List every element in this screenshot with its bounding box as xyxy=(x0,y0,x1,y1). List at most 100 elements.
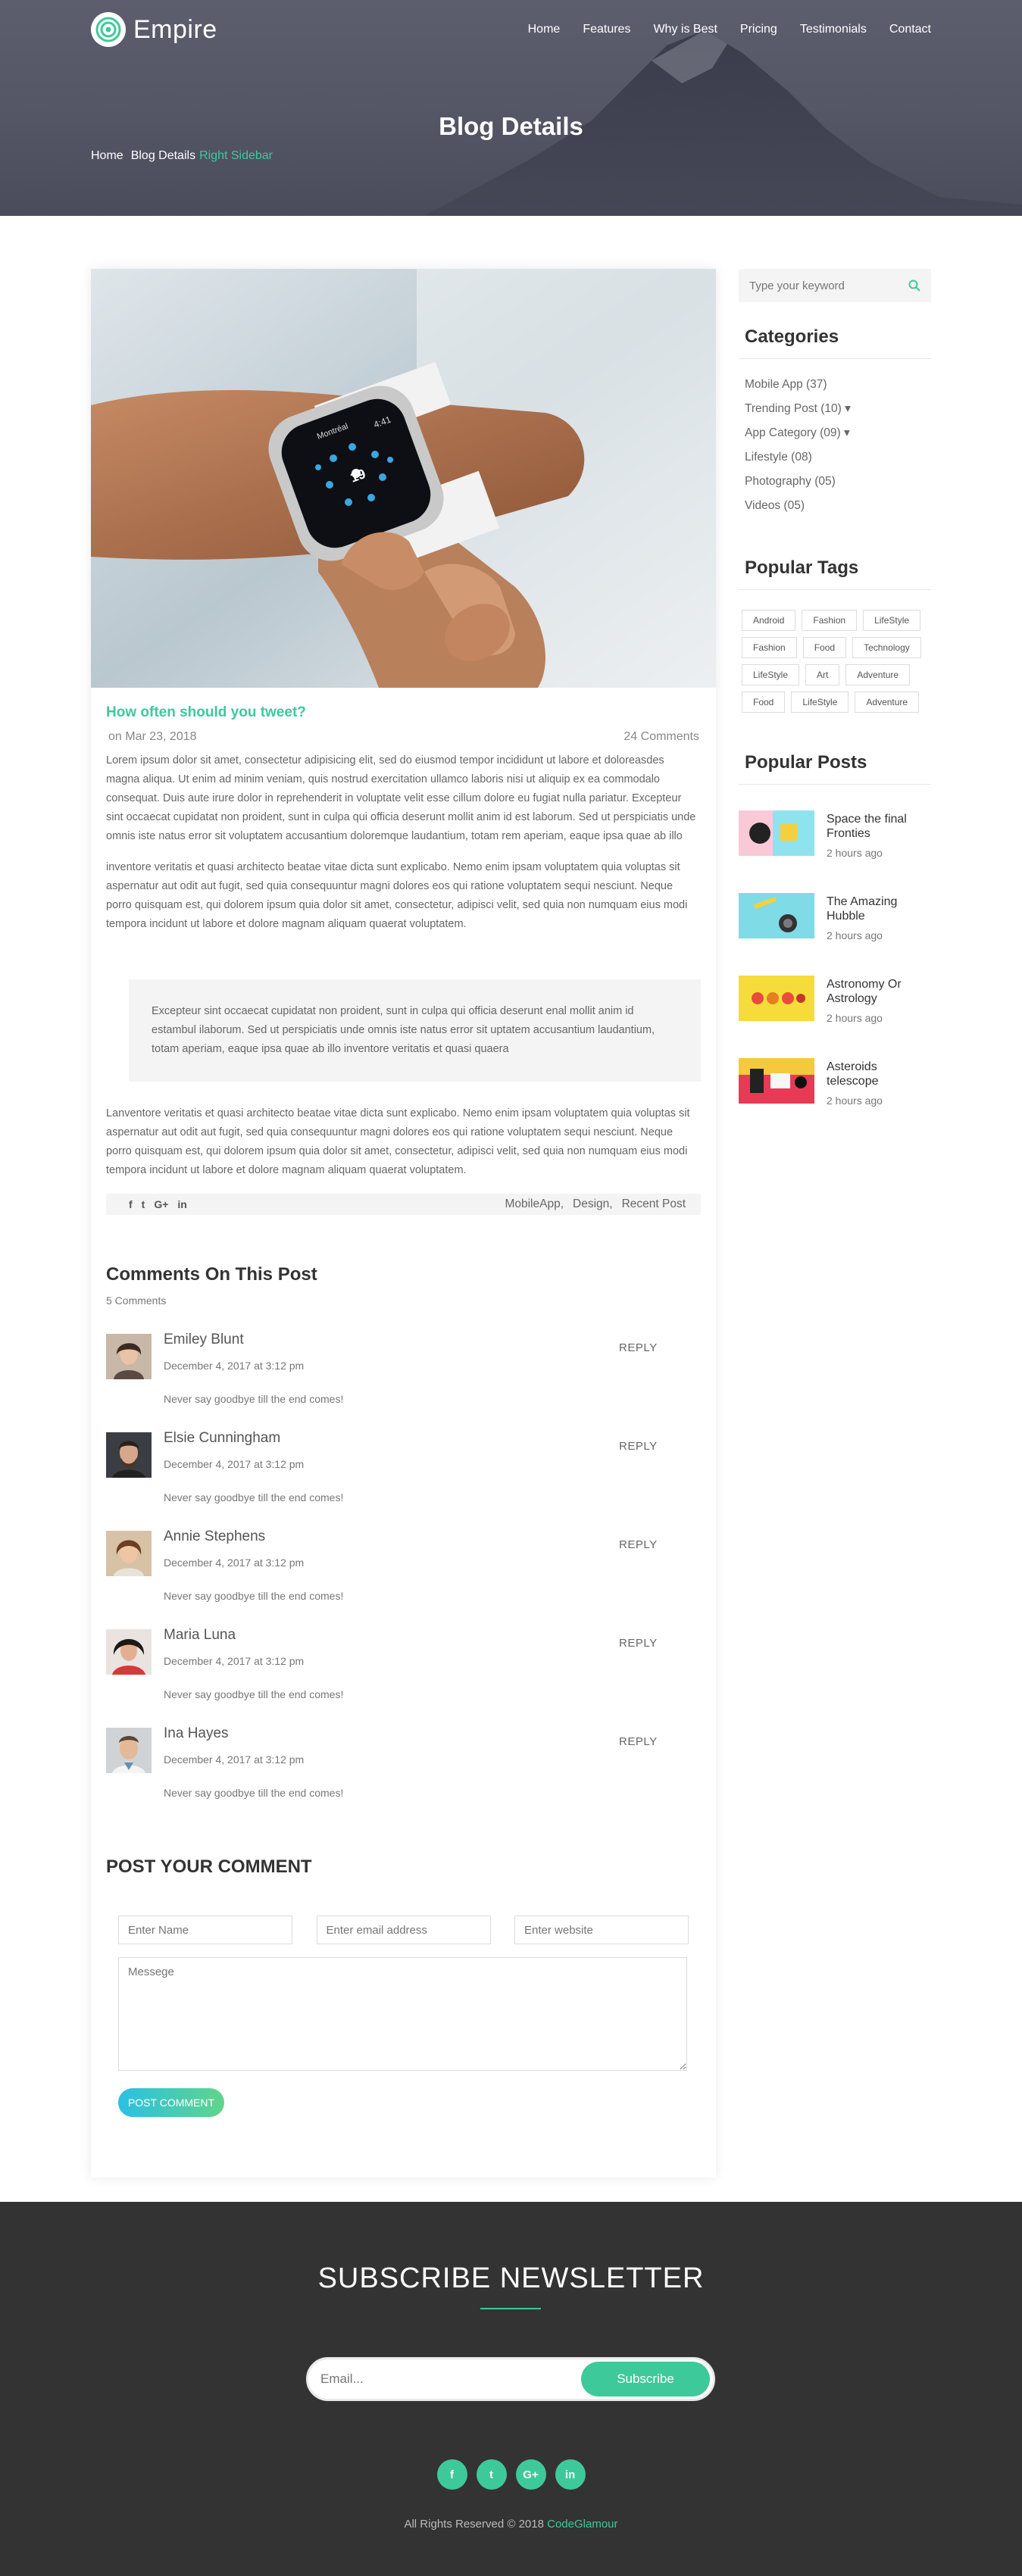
search-box xyxy=(739,269,931,302)
popular-post-item[interactable]: The Amazing Hubble 2 hours ago xyxy=(739,893,931,976)
post-body: How often should you tweet? on Mar 23, 2… xyxy=(91,704,716,2117)
search-icon[interactable] xyxy=(908,279,920,292)
email-input[interactable] xyxy=(316,1916,491,1944)
breadcrumb-home[interactable]: Home xyxy=(91,149,123,163)
footer: SUBSCRIBE NEWSLETTER Subscribe f t G+ in… xyxy=(0,2202,1022,2576)
categories-title: Categories xyxy=(739,326,931,359)
menu-features[interactable]: Features xyxy=(583,23,630,36)
comment-item: Annie Stephens December 4, 2017 at 3:12 … xyxy=(106,1528,701,1629)
brand-logo[interactable]: Empire xyxy=(91,12,217,47)
newsletter-divider xyxy=(480,2308,541,2309)
comments-list: Emiley Blunt December 4, 2017 at 3:12 pm… xyxy=(106,1332,701,1826)
post-blockquote: Excepteur sint occaecat cupidatat non pr… xyxy=(129,979,701,1082)
post-meta: on Mar 23, 2018 24 Comments xyxy=(106,730,701,744)
tag-item[interactable]: Art xyxy=(805,664,840,685)
comment-author[interactable]: Ina Hayes xyxy=(164,1725,229,1742)
popular-post-time: 2 hours ago xyxy=(827,1094,883,1107)
avatar xyxy=(106,1629,152,1675)
post-date: on Mar 23, 2018 xyxy=(108,730,197,743)
comments-title: Comments On This Post xyxy=(106,1264,317,1285)
logo-icon xyxy=(91,12,126,47)
post-tag[interactable]: MobileApp, xyxy=(505,1197,564,1211)
tag-item[interactable]: Adventure xyxy=(855,692,920,713)
search-input[interactable] xyxy=(749,279,908,292)
tag-item[interactable]: Technology xyxy=(852,637,921,658)
comment-author[interactable]: Emiley Blunt xyxy=(164,1332,244,1348)
post-footer-bar: f t G+ in MobileApp, Design, Recent Post xyxy=(106,1194,701,1215)
menu-testimonials[interactable]: Testimonials xyxy=(800,23,867,36)
breadcrumb-parent[interactable]: Blog Details xyxy=(131,149,195,163)
popular-post-item[interactable]: Astronomy Or Astrology 2 hours ago xyxy=(739,976,931,1058)
newsletter-email-input[interactable] xyxy=(320,2371,581,2387)
reply-button[interactable]: REPLY xyxy=(619,1341,658,1354)
popular-posts-list: Space the final Fronties 2 hours ago The… xyxy=(739,810,931,1141)
category-item[interactable]: Videos (05) xyxy=(745,494,925,518)
menu-why-is-best[interactable]: Why is Best xyxy=(653,23,717,36)
tag-item[interactable]: Fashion xyxy=(742,637,797,658)
category-item[interactable]: Trending Post (10) ▾ xyxy=(745,397,925,421)
comment-date: December 4, 2017 at 3:12 pm xyxy=(164,1655,305,1667)
category-item[interactable]: Lifestyle (08) xyxy=(745,445,925,470)
copyright: All Rights Reserved © 2018 CodeGlamour xyxy=(0,2518,1022,2531)
comment-author[interactable]: Maria Luna xyxy=(164,1627,236,1644)
reply-button[interactable]: REPLY xyxy=(619,1735,658,1748)
post-tag[interactable]: Recent Post xyxy=(622,1197,686,1211)
comment-author[interactable]: Annie Stephens xyxy=(164,1528,265,1545)
reply-button[interactable]: REPLY xyxy=(619,1637,658,1650)
popular-post-title[interactable]: The Amazing Hubble xyxy=(827,895,931,923)
google-plus-icon[interactable]: G+ xyxy=(515,2459,546,2490)
footer-social-icons: f t G+ in xyxy=(0,2459,1022,2490)
twitter-icon[interactable]: t xyxy=(476,2459,507,2490)
post-paragraph-3: Lanventore veritatis et quasi architecto… xyxy=(106,1107,690,1176)
comment-item: Emiley Blunt December 4, 2017 at 3:12 pm… xyxy=(106,1332,701,1432)
facebook-icon[interactable]: f xyxy=(129,1198,133,1210)
facebook-icon[interactable]: f xyxy=(436,2459,467,2490)
comment-text: Never say goodbye till the end comes! xyxy=(164,1688,344,1700)
category-item[interactable]: App Category (09) ▾ xyxy=(745,421,925,445)
menu-pricing[interactable]: Pricing xyxy=(740,23,777,36)
category-item[interactable]: Photography (05) xyxy=(745,470,925,494)
reply-button[interactable]: REPLY xyxy=(619,1440,658,1453)
popular-post-time: 2 hours ago xyxy=(827,847,883,859)
menu-home[interactable]: Home xyxy=(528,23,561,36)
linkedin-icon[interactable]: in xyxy=(555,2459,586,2490)
category-list: Mobile App (37) Trending Post (10) ▾ App… xyxy=(739,359,931,518)
comment-text: Never say goodbye till the end comes! xyxy=(164,1787,344,1799)
popular-post-title[interactable]: Space the final Fronties xyxy=(827,812,931,841)
popular-post-item[interactable]: Space the final Fronties 2 hours ago xyxy=(739,810,931,893)
tag-item[interactable]: Food xyxy=(802,637,847,658)
tag-item[interactable]: Adventure xyxy=(845,664,911,685)
post-comment-button[interactable]: POST COMMENT xyxy=(118,2088,224,2117)
popular-post-time: 2 hours ago xyxy=(827,1012,883,1024)
menu-contact[interactable]: Contact xyxy=(889,23,931,36)
message-textarea[interactable] xyxy=(118,1957,687,2071)
google-plus-icon[interactable]: G+ xyxy=(154,1198,168,1210)
linkedin-icon[interactable]: in xyxy=(177,1198,186,1210)
comment-form xyxy=(118,1916,689,2075)
website-input[interactable] xyxy=(514,1916,689,1944)
subscribe-button[interactable]: Subscribe xyxy=(581,2362,710,2396)
page-title: Blog Details xyxy=(439,112,583,140)
post-title[interactable]: How often should you tweet? xyxy=(106,704,701,721)
twitter-icon[interactable]: t xyxy=(142,1198,145,1210)
popular-post-title[interactable]: Asteroids telescope xyxy=(827,1060,931,1088)
copyright-text: All Rights Reserved © 2018 xyxy=(404,2518,544,2531)
post-comment-count[interactable]: 24 Comments xyxy=(624,730,699,744)
tag-item[interactable]: Food xyxy=(742,692,786,713)
tag-item[interactable]: Fashion xyxy=(802,610,858,631)
tag-item[interactable]: LifeStyle xyxy=(742,664,800,685)
tag-cloud: Android Fashion LifeStyle Fashion Food T… xyxy=(739,590,931,713)
tag-item[interactable]: Android xyxy=(742,610,796,631)
popular-post-title[interactable]: Astronomy Or Astrology xyxy=(827,977,931,1006)
tag-item[interactable]: LifeStyle xyxy=(863,610,921,631)
newsletter-form: Subscribe xyxy=(306,2357,715,2401)
post-tag[interactable]: Design, xyxy=(573,1197,613,1211)
name-input[interactable] xyxy=(118,1916,292,1944)
copyright-brand-link[interactable]: CodeGlamour xyxy=(547,2518,617,2531)
smartwatch-featured-image: Montréal 4:41 19 xyxy=(91,269,716,688)
comment-author[interactable]: Elsie Cunningham xyxy=(164,1430,280,1447)
tag-item[interactable]: LifeStyle xyxy=(791,692,849,713)
reply-button[interactable]: REPLY xyxy=(619,1538,658,1551)
category-item[interactable]: Mobile App (37) xyxy=(745,373,925,397)
popular-post-item[interactable]: Asteroids telescope 2 hours ago xyxy=(739,1058,931,1141)
